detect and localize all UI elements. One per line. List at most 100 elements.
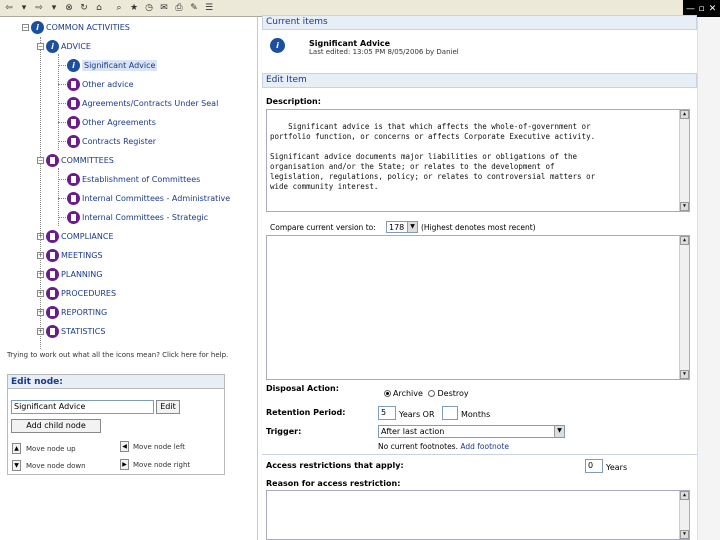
add-child-node-button[interactable]: Add child node [11, 419, 101, 433]
tree-node-advice[interactable]: − i ADVICE [37, 38, 91, 54]
archive-label[interactable]: Archive [393, 389, 423, 398]
compare-scrollbar[interactable]: ▲ ▼ [679, 236, 689, 379]
edit-button[interactable]: Edit [156, 400, 180, 414]
move-left-label[interactable]: Move node left [133, 443, 185, 451]
tree-node-compliance[interactable]: + COMPLIANCE [37, 228, 114, 244]
compare-textarea[interactable]: ▲ ▼ [266, 235, 690, 380]
tree-node-label: ADVICE [61, 41, 91, 51]
document-icon [67, 172, 80, 186]
mail-icon[interactable]: ✉ [157, 2, 171, 15]
page-scrollbar[interactable] [697, 17, 720, 540]
expand-icon[interactable]: + [37, 232, 44, 240]
reason-textarea[interactable]: ▲ ▼ [266, 490, 690, 540]
current-item-name[interactable]: Significant Advice [309, 39, 390, 48]
description-scrollbar[interactable]: ▲ ▼ [679, 110, 689, 211]
tree-node-label: Other advice [82, 79, 134, 89]
document-icon [67, 115, 80, 129]
retention-years-input[interactable]: 5 [378, 406, 396, 420]
move-down-label[interactable]: Move node down [26, 462, 86, 470]
chevron-down-icon: ▼ [407, 222, 417, 232]
dropdown-icon[interactable]: ▾ [17, 2, 31, 15]
retention-months-input[interactable] [442, 406, 458, 420]
node-name-input[interactable]: Significant Advice [11, 400, 154, 414]
compare-label: Compare current version to: [270, 223, 376, 232]
tree-node-label: MEETINGS [61, 250, 103, 260]
collapse-icon[interactable]: − [37, 42, 44, 50]
move-up-icon[interactable]: ▲ [12, 443, 21, 454]
history-icon[interactable]: ◷ [142, 2, 156, 15]
minimize-icon[interactable]: — [685, 4, 696, 14]
expand-icon[interactable]: + [37, 327, 44, 335]
close-icon[interactable]: ✕ [707, 4, 718, 14]
archive-radio[interactable] [384, 390, 391, 397]
trigger-select[interactable]: After last action ▼ [378, 425, 565, 438]
tree-node-committees[interactable]: − COMMITTEES [37, 152, 114, 168]
expand-icon[interactable]: + [37, 251, 44, 259]
tree-node-meetings[interactable]: + MEETINGS [37, 247, 103, 263]
description-label: Description: [266, 97, 321, 106]
tree-node-planning[interactable]: + PLANNING [37, 266, 102, 282]
info-icon: i [270, 37, 285, 53]
expand-icon[interactable]: + [37, 270, 44, 278]
refresh-icon[interactable]: ↻ [77, 2, 91, 15]
move-left-icon[interactable]: ◀ [120, 441, 129, 452]
tree-node-other-advice[interactable]: Other advice [58, 76, 134, 92]
collapse-icon[interactable]: − [37, 156, 44, 164]
move-up-label[interactable]: Move node up [26, 445, 76, 453]
icon-help-hint[interactable]: Trying to work out what all the icons me… [7, 351, 247, 360]
tree-node-contracts-register[interactable]: Contracts Register [58, 133, 156, 149]
trigger-value: After last action [381, 427, 445, 436]
document-icon [46, 267, 59, 281]
tree-node-internal-committees-administrative[interactable]: Internal Committees - Administrative [58, 190, 230, 206]
tree-node-label: PLANNING [61, 269, 103, 279]
access-years-input[interactable]: 0 [585, 459, 603, 473]
move-right-icon[interactable]: ▶ [120, 459, 129, 470]
stop-icon[interactable]: ⊗ [62, 2, 76, 15]
tree-node-label: PROCEDURES [61, 288, 117, 298]
tree-node-agreements-under-seal[interactable]: Agreements/Contracts Under Seal [58, 95, 218, 111]
destroy-label[interactable]: Destroy [437, 389, 468, 398]
years-or-label: Years OR [399, 410, 435, 419]
info-icon: i [31, 20, 44, 34]
maximize-icon[interactable]: ▫ [696, 4, 707, 14]
expand-icon[interactable]: + [37, 289, 44, 297]
months-label: Months [461, 410, 491, 419]
collapse-icon[interactable]: − [22, 23, 29, 31]
tree-node-root[interactable]: − i COMMON ACTIVITIES [22, 19, 130, 35]
content-pane: Current items i Significant Advice Last … [262, 15, 697, 540]
document-icon [67, 96, 80, 110]
document-icon [46, 248, 59, 262]
back-icon[interactable]: ⇦ [2, 2, 16, 15]
disposal-label: Disposal Action: [266, 384, 339, 393]
forward-icon[interactable]: ⇨ [32, 2, 46, 15]
current-item[interactable]: i [270, 37, 287, 53]
home-icon[interactable]: ⌂ [92, 2, 106, 15]
footnotes-text: No current footnotes. [378, 442, 458, 451]
search-icon[interactable]: ⌕ [112, 2, 126, 15]
tree-node-label: COMPLIANCE [61, 231, 114, 241]
expand-icon[interactable]: + [37, 308, 44, 316]
tree-node-procedures[interactable]: + PROCEDURES [37, 285, 116, 301]
print-icon[interactable]: ⎙ [172, 2, 186, 15]
tree-node-label: COMMITTEES [61, 155, 114, 165]
tree-node-label: STATISTICS [61, 326, 106, 336]
tree-node-establishment-of-committees[interactable]: Establishment of Committees [58, 171, 200, 187]
add-footnote-link[interactable]: Add footnote [460, 442, 509, 451]
tree-node-internal-committees-strategic[interactable]: Internal Committees - Strategic [58, 209, 208, 225]
reason-scrollbar[interactable]: ▲ ▼ [679, 491, 689, 539]
tree-node-reporting[interactable]: + REPORTING [37, 304, 107, 320]
tree-node-statistics[interactable]: + STATISTICS [37, 323, 105, 339]
edit-icon[interactable]: ✎ [187, 2, 201, 15]
favorites-icon[interactable]: ★ [127, 2, 141, 15]
description-textarea[interactable]: Significant advice is that which affects… [266, 109, 690, 212]
current-items-header: Current items [262, 15, 697, 30]
tree-node-significant-advice[interactable]: i Significant Advice [58, 57, 158, 73]
tree-node-label: Internal Committees - Strategic [82, 212, 209, 222]
move-down-icon[interactable]: ▼ [12, 460, 21, 471]
dropdown-icon[interactable]: ▾ [47, 2, 61, 15]
tree-node-other-agreements[interactable]: Other Agreements [58, 114, 156, 130]
discuss-icon[interactable]: ☰ [202, 2, 216, 15]
move-right-label[interactable]: Move node right [133, 461, 190, 469]
compare-version-select[interactable]: 178 ▼ [386, 221, 418, 233]
destroy-radio[interactable] [428, 390, 436, 397]
